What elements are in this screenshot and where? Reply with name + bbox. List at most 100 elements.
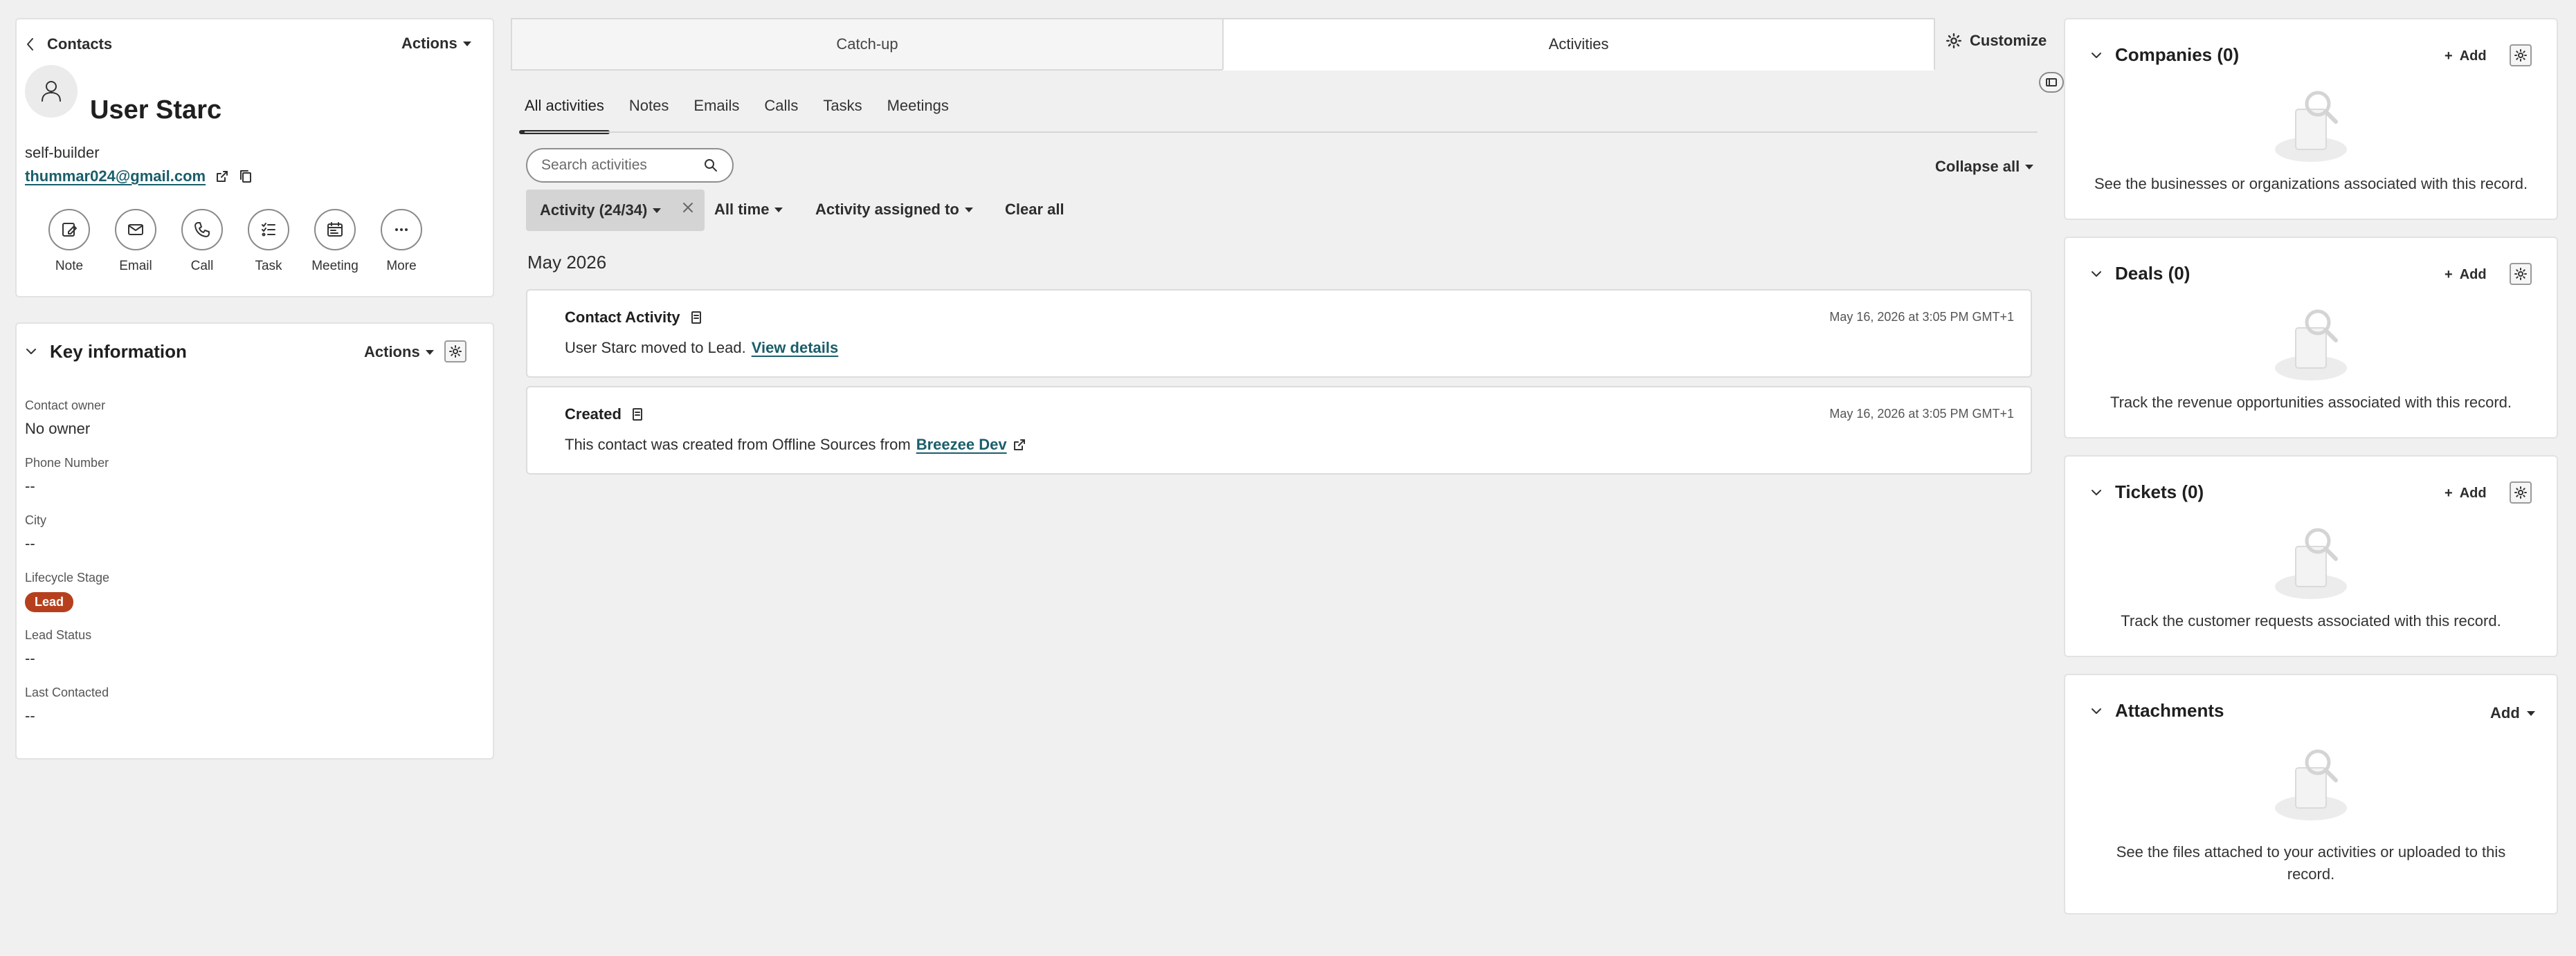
call-action[interactable]: Call — [181, 209, 223, 274]
activity-timestamp: May 16, 2026 at 3:05 PM GMT+1 — [1829, 407, 2014, 421]
time-filter-dropdown[interactable]: All time — [714, 201, 783, 219]
task-action[interactable]: Task — [248, 209, 289, 274]
plus-icon: + — [2445, 48, 2453, 64]
caret-down-icon — [653, 208, 662, 213]
contact-subtitle: self-builder — [25, 144, 100, 161]
tickets-settings-button[interactable] — [2510, 481, 2532, 504]
key-information-title: Key information — [50, 340, 187, 362]
companies-add-button[interactable]: + Add — [2445, 48, 2487, 64]
attachments-add-dropdown[interactable]: Add — [2490, 704, 2535, 722]
search-activities[interactable] — [526, 148, 734, 183]
search-input[interactable] — [541, 157, 693, 174]
time-filter-label: All time — [714, 201, 770, 218]
back-label: Contacts — [47, 35, 113, 53]
view-details-link[interactable]: View details — [752, 339, 839, 357]
key-information-header[interactable]: Key information — [25, 339, 187, 364]
chevron-down-icon — [2090, 269, 2103, 279]
activity-body-text: This contact was created from Offline So… — [565, 436, 911, 453]
activity-timestamp: May 16, 2026 at 3:05 PM GMT+1 — [1829, 310, 2014, 324]
note-action[interactable]: Note — [48, 209, 90, 274]
back-to-contacts[interactable]: Contacts — [25, 25, 112, 64]
empty-state-illustration — [2269, 526, 2352, 602]
customize-label: Customize — [1970, 32, 2047, 49]
gear-icon — [2514, 268, 2527, 280]
caret-down-icon — [425, 349, 434, 355]
subtab-all-activities[interactable]: All activities — [519, 93, 610, 134]
tickets-add-button[interactable]: + Add — [2445, 486, 2487, 502]
attachments-title: Attachments — [2115, 700, 2224, 721]
deals-add-button[interactable]: + Add — [2445, 267, 2487, 283]
tickets-card: Tickets (0) + Add Track the customer requ… — [2064, 455, 2558, 657]
activity-filter-chip[interactable]: Activity (24/34) — [526, 190, 705, 231]
subtab-meetings[interactable]: Meetings — [887, 93, 949, 134]
prop-phone-number[interactable]: Phone Number -- — [25, 456, 109, 495]
prop-value: -- — [25, 650, 35, 667]
prop-city[interactable]: City -- — [25, 513, 46, 553]
external-link-icon[interactable] — [1013, 438, 1026, 452]
contact-actions-label: Actions — [401, 35, 457, 52]
prop-label: City — [25, 513, 46, 527]
call-action-label: Call — [190, 259, 214, 273]
email-icon — [115, 209, 156, 250]
add-label: Add — [2490, 704, 2520, 721]
tickets-title: Tickets (0) — [2115, 481, 2204, 502]
companies-settings-button[interactable] — [2510, 44, 2532, 66]
customize-button[interactable]: Customize — [1946, 32, 2047, 50]
key-info-settings-button[interactable] — [444, 340, 466, 362]
external-link-icon[interactable] — [215, 169, 229, 183]
clear-all-button[interactable]: Clear all — [1005, 201, 1064, 219]
email-action[interactable]: Email — [115, 209, 156, 274]
subtab-emails[interactable]: Emails — [693, 93, 739, 134]
more-action-label: More — [386, 259, 417, 273]
prop-last-contacted[interactable]: Last Contacted -- — [25, 686, 109, 725]
deals-title: Deals (0) — [2115, 263, 2190, 284]
prop-lead-status[interactable]: Lead Status -- — [25, 628, 91, 668]
companies-card: Companies (0) + Add See the businesses or… — [2064, 18, 2558, 220]
deals-settings-button[interactable] — [2510, 263, 2532, 285]
empty-state-illustration — [2269, 89, 2352, 165]
subtab-tasks[interactable]: Tasks — [823, 93, 862, 134]
attachments-card: Attachments Add See the files attached t… — [2064, 674, 2558, 914]
tickets-empty-text: Track the customer requests associated w… — [2121, 612, 2501, 629]
sidebar-collapse-toggle[interactable] — [2039, 72, 2064, 93]
activity-title-row: Contact Activity — [565, 309, 702, 327]
copy-icon[interactable] — [239, 169, 253, 184]
subtab-notes[interactable]: Notes — [629, 93, 669, 134]
attachments-empty-line: See the files attached to your activitie… — [2116, 843, 2506, 861]
caret-down-icon — [774, 207, 783, 212]
meeting-action[interactable]: Meeting — [311, 209, 359, 274]
prop-lifecycle-stage[interactable]: Lifecycle Stage Lead — [25, 571, 109, 612]
companies-header[interactable]: Companies (0) — [2090, 44, 2239, 66]
subtab-calls[interactable]: Calls — [764, 93, 798, 134]
meeting-icon — [314, 209, 356, 250]
document-icon — [690, 311, 702, 324]
main-tabs: Catch-up Activities — [511, 18, 1935, 71]
meeting-action-label: Meeting — [311, 259, 359, 273]
phone-icon — [181, 209, 223, 250]
caret-down-icon — [2025, 164, 2034, 169]
contact-actions-dropdown[interactable]: Actions — [401, 35, 471, 53]
tickets-header[interactable]: Tickets (0) — [2090, 481, 2204, 503]
key-info-actions-dropdown[interactable]: Actions — [364, 343, 434, 361]
collapse-all-label: Collapse all — [1935, 158, 2020, 175]
activity-body: User Starc moved to Lead. View details — [565, 339, 838, 357]
contact-email-link[interactable]: thummar024@gmail.com — [25, 167, 206, 185]
source-link[interactable]: Breezee Dev — [916, 436, 1007, 454]
tab-activities[interactable]: Activities — [1222, 18, 1935, 71]
activity-card[interactable]: Created May 16, 2026 at 3:05 PM GMT+1 Th… — [526, 386, 2032, 475]
chevron-down-icon — [25, 347, 37, 356]
assigned-filter-dropdown[interactable]: Activity assigned to — [815, 201, 973, 219]
deals-header[interactable]: Deals (0) — [2090, 263, 2190, 284]
quick-actions: Note Email Call Task Meeting More — [48, 209, 422, 274]
tab-catch-up[interactable]: Catch-up — [511, 18, 1222, 71]
prop-contact-owner[interactable]: Contact owner No owner — [25, 398, 105, 438]
search-icon — [703, 158, 718, 173]
collapse-all-dropdown[interactable]: Collapse all — [1935, 158, 2034, 176]
add-label: Add — [2459, 486, 2487, 501]
activity-card[interactable]: Contact Activity May 16, 2026 at 3:05 PM… — [526, 289, 2032, 378]
more-icon — [381, 209, 422, 250]
more-action[interactable]: More — [381, 209, 422, 274]
document-icon — [631, 407, 644, 421]
attachments-header[interactable]: Attachments — [2090, 700, 2224, 721]
close-icon[interactable] — [681, 201, 695, 214]
